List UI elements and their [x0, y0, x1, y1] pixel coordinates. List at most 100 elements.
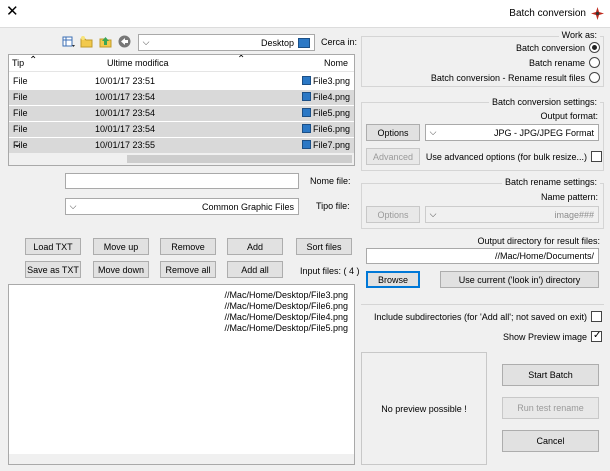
look-in-value: Desktop — [260, 37, 294, 48]
conversion-settings-legend: Batch conversion settings: — [488, 97, 600, 107]
rename-options-button[interactable]: Options — [366, 206, 420, 223]
preview-message: No preview possible ! — [381, 403, 467, 414]
input-files-scrollbar[interactable] — [9, 454, 354, 464]
move-up-button[interactable]: Move up — [93, 238, 149, 255]
save-as-txt-button[interactable]: Save as TXT — [25, 261, 81, 278]
rename-settings-legend: Batch rename settings: — [501, 177, 600, 187]
file-name: File3.png — [301, 76, 350, 86]
up-folder-icon[interactable] — [99, 35, 113, 48]
checkbox-indicator[interactable] — [591, 151, 602, 162]
file-name-input[interactable] — [65, 173, 299, 189]
sort-down-icon: ⌄ — [13, 139, 22, 150]
include-subdirs-check[interactable]: Include subdirectories (for 'Add all'; n… — [374, 311, 602, 322]
radio-conversion-rename[interactable]: Batch conversion - Rename result files — [431, 72, 600, 83]
input-files-list[interactable]: //Mac/Home/Desktop/File3.png //Mac/Home/… — [8, 284, 355, 465]
add-button[interactable]: Add — [227, 238, 283, 255]
file-row[interactable]: File 10/01/17 23:54 File6.png — [9, 122, 354, 137]
file-type: File — [13, 76, 28, 86]
scrollbar-thumb[interactable] — [127, 155, 352, 163]
run-test-rename-button[interactable]: Run test rename — [502, 397, 599, 419]
checkbox-label: Show Preview image — [502, 331, 587, 342]
file-row[interactable]: File 10/01/17 23:51 File3.png — [9, 74, 354, 89]
file-name: File5.png — [301, 108, 350, 118]
back-icon[interactable] — [118, 35, 131, 48]
file-type-combo[interactable]: ⌵ Common Graphic Files — [65, 198, 299, 215]
remove-button[interactable]: Remove — [160, 238, 216, 255]
file-icon — [301, 124, 311, 133]
remove-all-button[interactable]: Remove all — [160, 261, 216, 278]
dropdown-arrow-icon: ⌵ — [69, 201, 77, 211]
file-modified: 10/01/17 23:54 — [95, 92, 156, 102]
file-name-text: File3.png — [312, 76, 350, 86]
show-preview-check[interactable]: Show Preview image — [502, 330, 602, 342]
radio-indicator[interactable] — [589, 57, 600, 68]
advanced-options-check[interactable]: Use advanced options (for bulk resize...… — [426, 151, 602, 162]
checkbox-indicator[interactable] — [591, 330, 602, 342]
checkbox-indicator[interactable] — [591, 311, 602, 322]
sort-up-icon: ⌃ — [29, 55, 38, 66]
file-modified: 10/01/17 23:54 — [95, 124, 156, 134]
folder-icon — [298, 37, 310, 48]
file-type: File — [13, 108, 28, 118]
preview-area: No preview possible ! — [361, 352, 487, 465]
radio-label: Batch rename — [528, 57, 585, 68]
radio-indicator[interactable] — [589, 42, 600, 53]
output-dir-input[interactable]: //Mac/Home/Documents/ — [366, 248, 599, 264]
sort-files-button[interactable]: Sort files — [296, 238, 352, 255]
radio-batch-rename[interactable]: Batch rename — [529, 57, 600, 68]
dropdown-arrow-icon: ⌵ — [142, 37, 150, 47]
output-format-combo[interactable]: ⌵ JPG - JPG/JPEG Format — [425, 124, 599, 141]
conversion-options-button[interactable]: Options — [366, 124, 420, 141]
load-txt-button[interactable]: Load TXT — [25, 238, 81, 255]
sort-up-icon: ⌃ — [237, 54, 246, 65]
file-name-label: Nome file: — [310, 176, 351, 186]
file-row[interactable]: File 10/01/17 23:54 File5.png — [9, 106, 354, 121]
advanced-button[interactable]: Advanced — [366, 148, 420, 165]
horizontal-scrollbar[interactable] — [9, 153, 354, 165]
input-file-line: //Mac/Home/Desktop/File3.png — [224, 290, 348, 300]
col-modified-header[interactable]: Ultime modifica — [107, 58, 169, 68]
file-name-text: File4.png — [312, 92, 350, 102]
dropdown-arrow-icon: ⌵ — [429, 127, 437, 137]
add-all-button[interactable]: Add all — [227, 261, 283, 278]
file-icon — [301, 108, 311, 117]
file-list-header: Tip ⌃ Ultime modifica ⌃ Nome — [9, 55, 354, 72]
checkbox-label: Use advanced options (for bulk resize...… — [425, 151, 587, 162]
file-row[interactable]: File 10/01/17 23:55 File7.png — [9, 138, 354, 153]
radio-label: Batch conversion — [515, 42, 585, 53]
file-icon — [301, 76, 311, 85]
file-name-text: File7.png — [312, 140, 350, 150]
col-name-header[interactable]: Nome — [324, 58, 348, 68]
use-current-dir-button[interactable]: Use current ('look in') directory — [440, 271, 599, 288]
look-in-combo[interactable]: ⌵ Desktop — [138, 34, 315, 51]
radio-label: Batch conversion - Rename result files — [430, 72, 585, 83]
file-row[interactable]: File 10/01/17 23:54 File4.png — [9, 90, 354, 105]
file-list[interactable]: Tip ⌃ Ultime modifica ⌃ Nome File 10/01/1… — [8, 54, 355, 166]
start-batch-button[interactable]: Start Batch — [502, 364, 599, 386]
file-name-text: File6.png — [312, 124, 350, 134]
new-folder-icon[interactable] — [80, 35, 94, 48]
col-type-header[interactable]: Tip — [12, 58, 24, 68]
dropdown-arrow-icon: ⌵ — [429, 209, 437, 219]
radio-indicator[interactable] — [589, 72, 600, 83]
file-type: File — [13, 92, 28, 102]
name-pattern-value: image### — [554, 209, 594, 220]
move-down-button[interactable]: Move down — [93, 261, 149, 278]
view-menu-icon[interactable] — [62, 36, 76, 48]
window-title: Batch conversion — [509, 8, 586, 19]
input-file-line: //Mac/Home/Desktop/File4.png — [224, 312, 348, 322]
file-name: File4.png — [301, 92, 350, 102]
input-file-line: //Mac/Home/Desktop/File5.png — [224, 323, 348, 333]
file-type: File — [13, 124, 28, 134]
name-pattern-combo[interactable]: ⌵ image### — [425, 206, 599, 223]
separator — [361, 304, 604, 305]
close-icon[interactable]: ✕ — [6, 4, 19, 19]
file-icon — [301, 140, 311, 149]
file-modified: 10/01/17 23:51 — [95, 76, 156, 86]
file-modified: 10/01/17 23:55 — [95, 140, 156, 150]
cancel-button[interactable]: Cancel — [502, 430, 599, 452]
output-format-label: Output format: — [540, 111, 598, 121]
file-name: File7.png — [301, 140, 350, 150]
radio-batch-conversion[interactable]: Batch conversion — [516, 42, 600, 53]
browse-button[interactable]: Browse — [366, 271, 420, 288]
